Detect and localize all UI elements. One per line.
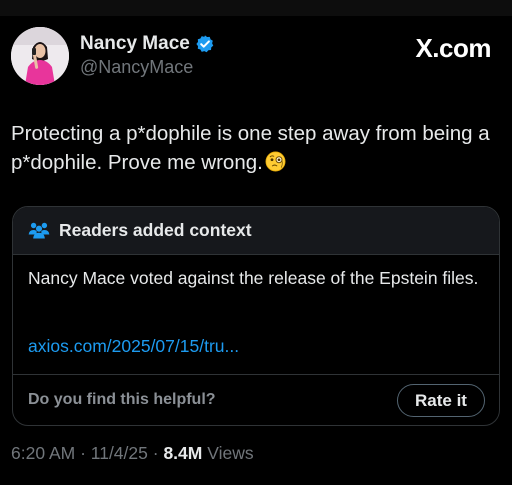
tweet-time[interactable]: 6:20 AM [11, 443, 75, 463]
face-with-monocle-emoji-icon [265, 151, 286, 172]
divider [13, 374, 499, 375]
helpful-question: Do you find this helpful? [28, 391, 216, 408]
community-note-source-link[interactable]: axios.com/2025/07/15/tru... [28, 336, 239, 357]
community-note-title: Readers added context [59, 220, 252, 240]
tweet-meta: 6:20 AM · 11/4/25 · 8.4M Views [11, 443, 254, 464]
people-icon [28, 222, 50, 239]
tweet-body: Protecting a p*dophile is one step away … [11, 122, 490, 174]
tweet-date[interactable]: 11/4/25 [91, 443, 148, 463]
brand-label: X.com [415, 33, 491, 63]
community-note: Readers added context Nancy Mace voted a… [12, 206, 500, 426]
meta-separator: · [147, 443, 164, 463]
brand-wordmark: X.com [415, 33, 491, 64]
avatar[interactable] [11, 27, 69, 85]
views-label: Views [207, 443, 254, 463]
rate-it-button[interactable]: Rate it [397, 384, 485, 417]
author-handle[interactable]: @NancyMace [80, 57, 193, 78]
community-note-header: Readers added context [13, 207, 499, 255]
verified-badge-icon [196, 35, 214, 53]
views-count: 8.4M [163, 443, 203, 463]
meta-separator: · [75, 443, 91, 463]
author-name-row[interactable]: Nancy Mace [80, 33, 215, 55]
tweet-text: Protecting a p*dophile is one step away … [11, 119, 491, 177]
community-note-body: Nancy Mace voted against the release of … [28, 268, 479, 288]
status-strip [0, 0, 512, 16]
author-display-name[interactable]: Nancy Mace [80, 33, 190, 55]
profile-photo-icon [11, 27, 69, 85]
